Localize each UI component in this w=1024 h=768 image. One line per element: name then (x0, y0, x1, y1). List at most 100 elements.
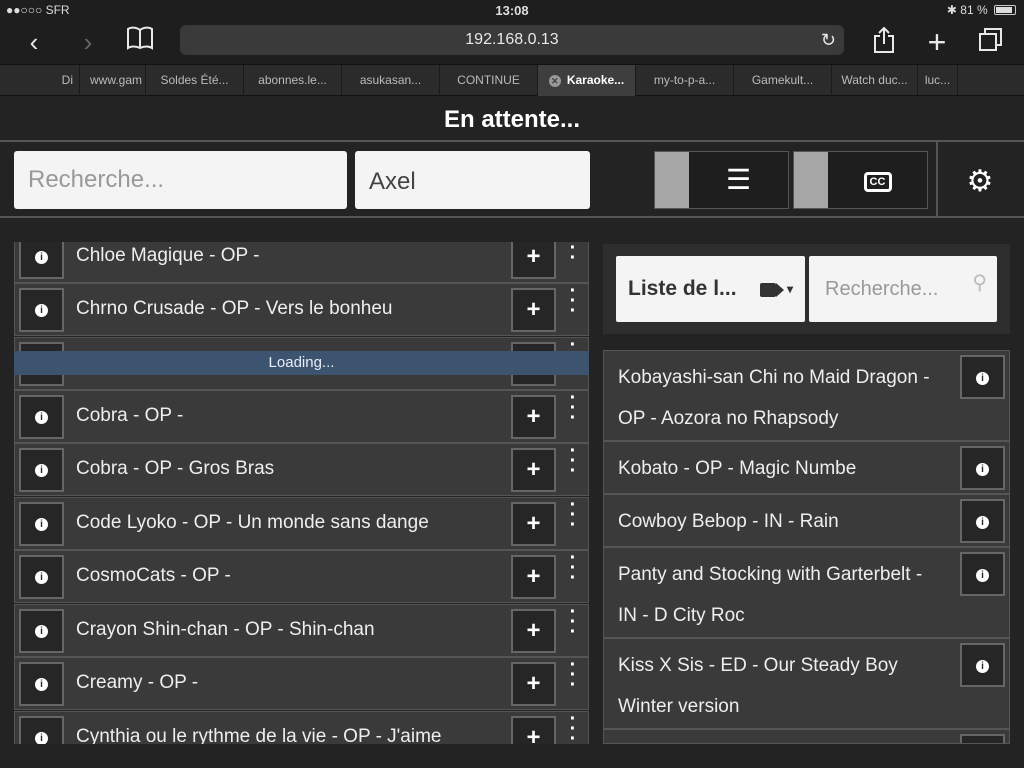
tab-item-active[interactable]: ✕ Karaoke... (538, 65, 636, 96)
playlist-item[interactable]: Panty and Stocking with Garterbelt - IN -… (604, 548, 1009, 639)
info-button[interactable]: i (960, 499, 1005, 543)
more-options-icon[interactable]: ··· (563, 388, 583, 431)
screen: ●●○○○ SFR 13:08 ✱ 81 % ‹ › 192.168.0.13 … (0, 0, 1024, 768)
playlist-select-label: Liste de l... (628, 277, 737, 300)
info-button[interactable]: i (19, 662, 64, 706)
list-item[interactable]: i CosmoCats - OP - + · · · (14, 548, 589, 603)
info-button[interactable]: i (19, 716, 64, 744)
tabs-overview-icon[interactable] (975, 26, 1007, 58)
playlist-mode-button[interactable]: ☰ (654, 151, 789, 209)
current-playlist[interactable]: Kobayashi-san Chi no Maid Dragon - OP - A… (603, 350, 1010, 744)
gear-icon[interactable]: ⚙ (960, 162, 1000, 202)
list-item[interactable]: i Chrno Crusade - OP - Vers le bonheu + … (14, 281, 589, 336)
toggle-indicator (794, 152, 828, 208)
tab-item[interactable]: Gamekult... (734, 65, 832, 96)
info-icon: i (976, 372, 989, 385)
battery-percent: 81 % (960, 3, 988, 17)
add-button[interactable]: + (511, 288, 556, 332)
info-icon: i (976, 463, 989, 476)
list-item[interactable]: i Creamy - OP - + · · · (14, 655, 589, 710)
list-item[interactable]: i Crayon Shin-chan - OP - Shin-chan + · ·… (14, 602, 589, 657)
song-title: CosmoCats - OP - (76, 565, 231, 586)
info-button[interactable]: i (19, 242, 64, 279)
add-button[interactable]: + (511, 609, 556, 653)
add-button[interactable]: + (511, 662, 556, 706)
more-options-icon[interactable]: ··· (563, 242, 583, 271)
info-button[interactable]: i (960, 734, 1005, 743)
back-icon[interactable]: ‹ (18, 26, 50, 58)
song-title: Cobra - OP - Gros Bras (76, 458, 275, 479)
more-options-icon[interactable]: ··· (563, 441, 583, 484)
more-options-icon[interactable]: ··· (563, 655, 583, 698)
tab-item[interactable]: Di (0, 65, 80, 96)
info-button[interactable]: i (19, 448, 64, 492)
add-button[interactable]: + (511, 242, 556, 279)
info-button[interactable]: i (960, 355, 1005, 399)
tab-item[interactable]: asukasan... (342, 65, 440, 96)
more-options-icon[interactable]: ··· (563, 548, 583, 591)
more-options-icon[interactable]: ··· (563, 495, 583, 538)
add-button[interactable]: + (511, 448, 556, 492)
tab-item[interactable]: luc... (918, 65, 958, 96)
song-title: Code Lyoko - OP - Un monde sans dange (76, 512, 429, 533)
info-button[interactable]: i (19, 555, 64, 599)
more-options-icon[interactable]: ··· (563, 281, 583, 324)
add-button[interactable]: + (511, 716, 556, 744)
song-title: Chrno Crusade - OP - Vers le bonheu (76, 298, 393, 319)
tab-item[interactable]: my-to-p-a... (636, 65, 734, 96)
more-options-icon[interactable]: ··· (563, 602, 583, 645)
add-button[interactable]: + (511, 395, 556, 439)
playlist-item[interactable]: Kobato - OP - Magic Numbe i (604, 442, 1009, 495)
playlist-item[interactable]: Cowboy Bebop - IN - Rain i (604, 495, 1009, 548)
tab-item[interactable]: Soldes Été... (146, 65, 244, 96)
playlist-toolbar: Liste de l... ▾ Recherche... ⚲ (603, 244, 1010, 334)
battery-icon (994, 5, 1016, 15)
song-library-list[interactable]: i Chloe Magique - OP - + ··· i Chrno Cru… (14, 242, 589, 744)
info-button[interactable]: i (19, 609, 64, 653)
info-button[interactable]: i (19, 502, 64, 546)
new-tab-icon[interactable]: + (921, 26, 953, 58)
username-field[interactable]: Axel (355, 151, 590, 209)
list-item[interactable]: i Cynthia ou le rythme de la vie - OP - … (14, 709, 589, 744)
close-tab-icon[interactable]: ✕ (548, 75, 561, 87)
tab-item[interactable]: CONTINUE (440, 65, 538, 96)
playlist-item[interactable]: Kiss X Sis - ED - Our Steady Boy Winter v… (604, 639, 1009, 730)
info-button[interactable]: i (19, 395, 64, 439)
list-item[interactable]: i Cobra - OP - + · · · (14, 388, 589, 443)
info-icon: i (976, 516, 989, 529)
tab-item[interactable]: abonnes.le... (244, 65, 342, 96)
bookmarks-icon[interactable] (124, 26, 156, 58)
subtitles-mode-button[interactable]: CC (793, 151, 928, 209)
add-button[interactable]: + (511, 502, 556, 546)
tab-item[interactable]: Watch duc... (832, 65, 918, 96)
forward-icon[interactable]: › (72, 26, 104, 58)
tab-item[interactable]: www.gam (80, 65, 146, 96)
reload-icon[interactable]: ↻ (821, 25, 836, 55)
info-button[interactable]: i (960, 552, 1005, 596)
info-icon: i (35, 625, 48, 638)
list-item[interactable]: i Chloe Magique - OP - + ··· (14, 242, 589, 283)
playlist-select-dropdown[interactable]: Liste de l... ▾ (616, 256, 805, 322)
playlist-search-input[interactable]: Recherche... ⚲ (809, 256, 997, 322)
add-button[interactable]: + (511, 555, 556, 599)
playlist-item[interactable]: i (604, 730, 1009, 743)
playlist-item[interactable]: Kobayashi-san Chi no Maid Dragon - OP - A… (604, 351, 1009, 442)
divider (936, 142, 938, 218)
more-options-icon[interactable]: ··· (563, 709, 583, 744)
info-button[interactable]: i (19, 288, 64, 332)
address-bar[interactable]: 192.168.0.13 ↻ (180, 25, 844, 55)
song-title: Crayon Shin-chan - OP - Shin-chan (76, 619, 375, 640)
info-button[interactable]: i (960, 643, 1005, 687)
list-item[interactable]: i Cobra - OP - Gros Bras + · · · (14, 441, 589, 496)
list-item[interactable]: i Code Lyoko - OP - Un monde sans dange … (14, 495, 589, 550)
video-camera-icon: ▾ (759, 256, 793, 322)
list-icon: ☰ (725, 164, 752, 195)
info-button[interactable]: i (960, 446, 1005, 490)
control-bar: Recherche... Axel ☰ CC ⚙ (0, 140, 1024, 218)
toggle-indicator (655, 152, 689, 208)
share-icon[interactable] (868, 26, 900, 58)
search-input[interactable]: Recherche... (14, 151, 347, 209)
page-title: En attente... (0, 96, 1024, 140)
info-icon: i (35, 411, 48, 424)
clock: 13:08 (495, 3, 529, 18)
